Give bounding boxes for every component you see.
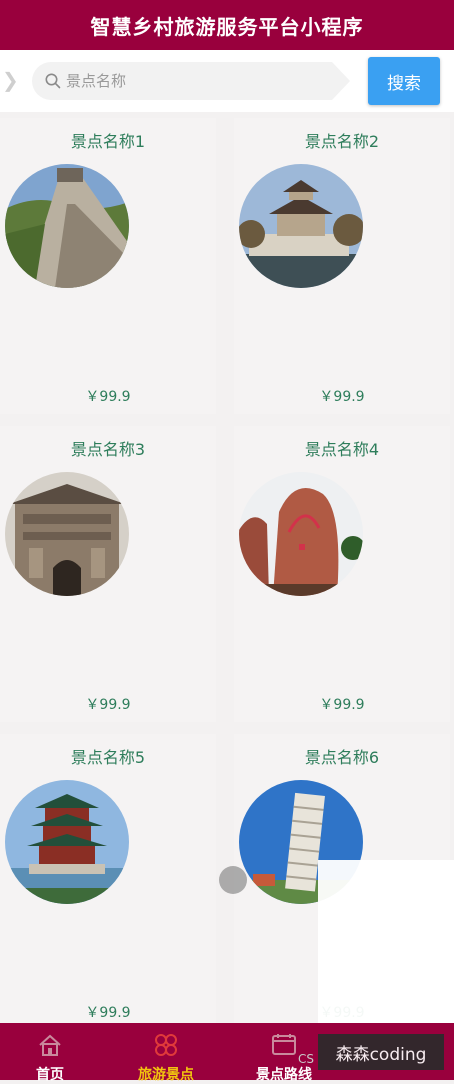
attraction-name: 景点名称1 xyxy=(70,132,146,151)
attraction-name: 景点名称5 xyxy=(70,748,146,767)
attraction-image[interactable] xyxy=(5,164,129,288)
attraction-price: ￥99.9 xyxy=(85,697,131,713)
search-field-wrap xyxy=(32,62,350,100)
page-title: 智慧乡村旅游服务平台小程序 xyxy=(90,14,364,39)
stone-gate-photo xyxy=(5,472,129,596)
red-rock-photo xyxy=(239,472,363,596)
attraction-price: ￥99.9 xyxy=(85,1005,131,1021)
attraction-name: 景点名称6 xyxy=(304,748,380,767)
attraction-image[interactable] xyxy=(239,472,363,596)
attraction-card[interactable]: 景点名称2 ￥99.9 xyxy=(234,118,450,414)
attraction-name: 景点名称3 xyxy=(70,440,146,459)
search-bar: ❯ 搜索 xyxy=(0,50,454,112)
attraction-card[interactable]: 景点名称1 ￥99.9 xyxy=(0,118,216,414)
chevron-right-icon: ❯ xyxy=(2,68,19,92)
tab-home-label: 首页 xyxy=(36,1067,64,1083)
attraction-card[interactable]: 景点名称4 ￥99.9 xyxy=(234,426,450,722)
attraction-price: ￥99.9 xyxy=(85,389,131,405)
attraction-price: ￥99.9 xyxy=(319,389,365,405)
tab-attractions-label: 旅游景点 xyxy=(138,1067,194,1083)
search-button[interactable]: 搜索 xyxy=(368,57,440,105)
floating-action-dot[interactable] xyxy=(219,866,247,894)
home-icon xyxy=(39,1034,61,1056)
attraction-card[interactable]: 景点名称3 ￥99.9 xyxy=(0,426,216,722)
attractions-icon xyxy=(155,1034,177,1056)
tab-attractions[interactable]: 旅游景点 xyxy=(116,1023,216,1083)
app-header: 智慧乡村旅游服务平台小程序 xyxy=(0,0,454,50)
overlay-tag: CS xyxy=(298,1052,314,1066)
attraction-name: 景点名称2 xyxy=(304,132,380,151)
pavilion-temple-photo xyxy=(239,164,363,288)
attraction-name: 景点名称4 xyxy=(304,440,380,459)
attraction-card[interactable]: 景点名称5 ￥99.9 xyxy=(0,734,216,1030)
watermark-badge: 森森coding xyxy=(318,1034,444,1070)
attraction-image[interactable] xyxy=(239,164,363,288)
attraction-image[interactable] xyxy=(5,472,129,596)
attraction-image[interactable] xyxy=(5,780,129,904)
great-wall-photo xyxy=(5,164,129,288)
search-icon xyxy=(45,73,61,89)
tab-home[interactable]: 首页 xyxy=(0,1023,100,1083)
route-icon xyxy=(272,1034,296,1055)
search-input[interactable] xyxy=(66,62,316,100)
pagoda-tower-photo xyxy=(5,780,129,904)
attraction-price: ￥99.9 xyxy=(319,697,365,713)
